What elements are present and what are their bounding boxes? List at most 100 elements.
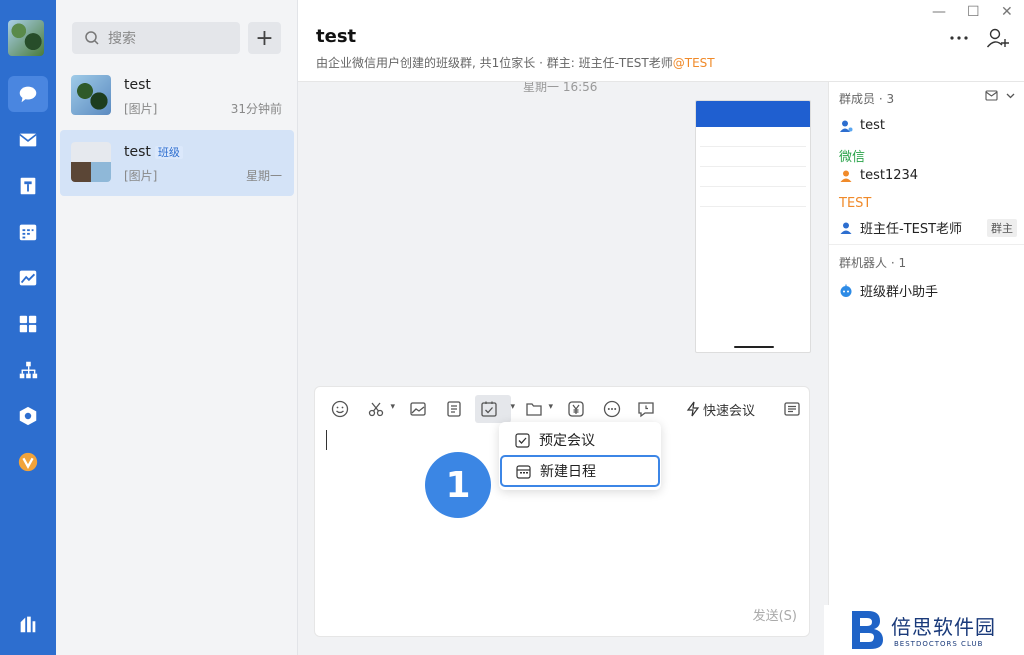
contacts-nav[interactable] bbox=[8, 352, 48, 388]
member-name: 班主任-TEST老师 bbox=[860, 222, 963, 237]
conversation-name: test bbox=[124, 77, 151, 93]
owner-badge: 群主 bbox=[987, 219, 1017, 237]
screenshot-button[interactable] bbox=[361, 395, 395, 423]
conversation-name-text: test bbox=[124, 144, 151, 160]
maximize-button[interactable]: ☐ bbox=[967, 4, 980, 20]
image-icon bbox=[410, 402, 426, 416]
document-icon bbox=[447, 401, 461, 417]
document-button[interactable] bbox=[439, 395, 469, 423]
hexagon-icon bbox=[19, 406, 37, 426]
search-placeholder: 搜索 bbox=[108, 31, 136, 47]
calendar-nav[interactable] bbox=[8, 214, 48, 250]
member-item[interactable]: test1234 bbox=[839, 168, 918, 183]
menu-item-label: 预定会议 bbox=[539, 433, 595, 449]
message-icon[interactable] bbox=[985, 90, 998, 101]
user-avatar[interactable] bbox=[8, 20, 44, 56]
member-panel: 群成员 · 3 test 微信 test1234 TEST 班主任-TEST老师… bbox=[828, 82, 1024, 655]
docs-icon bbox=[20, 177, 36, 195]
compose-toolbar bbox=[325, 395, 661, 423]
menu-item-book-meeting[interactable]: 预定会议 bbox=[499, 424, 661, 456]
step-badge: 1 bbox=[425, 452, 491, 518]
brand-logo-icon bbox=[852, 611, 883, 649]
add-member-icon[interactable] bbox=[986, 27, 1010, 49]
member-name: test bbox=[860, 118, 885, 133]
conversation-preview: [图片] bbox=[124, 169, 158, 183]
chat-clock-icon bbox=[638, 402, 654, 418]
image-button[interactable] bbox=[403, 395, 433, 423]
group-label-wechat: 微信 bbox=[839, 150, 866, 165]
member-name: test1234 bbox=[860, 168, 919, 183]
conversation-item[interactable]: test [图片] 31分钟前 bbox=[60, 63, 294, 129]
mail-icon bbox=[19, 133, 37, 147]
image-home-indicator bbox=[734, 346, 774, 348]
watermark-title: 倍思软件园 bbox=[891, 615, 996, 639]
panel-divider bbox=[829, 244, 1024, 245]
docs-nav[interactable] bbox=[8, 168, 48, 204]
history-button[interactable] bbox=[777, 395, 807, 423]
vip-nav[interactable] bbox=[8, 444, 48, 480]
chat-header: test 由企业微信用户创建的班级群, 共1位家长 · 群主: 班主任-TEST… bbox=[298, 0, 1024, 82]
plugin-nav[interactable] bbox=[8, 398, 48, 434]
text-cursor bbox=[326, 430, 327, 450]
add-button[interactable]: + bbox=[248, 22, 281, 54]
bookmark-icon bbox=[20, 616, 36, 633]
chat-area: 星期一 16:56 ▾ ▾ ▾ 快速会议 发送(S) bbox=[298, 0, 828, 655]
robot-name: 班级群小助手 bbox=[860, 285, 939, 300]
workspace-nav[interactable] bbox=[8, 260, 48, 296]
conversation-time: 星期一 bbox=[245, 169, 282, 183]
schedule-dropdown: 预定会议 新建日程 bbox=[499, 422, 661, 490]
yuan-icon bbox=[568, 401, 584, 417]
schedule-button[interactable] bbox=[475, 395, 515, 423]
more-nav[interactable] bbox=[8, 606, 48, 642]
v-badge-icon bbox=[18, 452, 38, 472]
chat-subtitle: 由企业微信用户创建的班级群, 共1位家长 · 群主: 班主任-TEST老师@TE… bbox=[316, 54, 715, 71]
member-icon bbox=[840, 222, 852, 234]
group-avatar bbox=[71, 142, 111, 182]
watermark: 倍思软件园 BESTDOCTORS CLUB bbox=[824, 605, 1024, 655]
quick-meeting-button[interactable]: 快速会议 bbox=[685, 395, 755, 423]
emoji-icon bbox=[331, 400, 349, 418]
quick-meeting-label: 快速会议 bbox=[703, 403, 756, 419]
calendar-check-icon bbox=[481, 401, 497, 417]
folder-button[interactable] bbox=[519, 395, 553, 423]
member-item[interactable]: test bbox=[839, 118, 885, 133]
menu-item-label: 新建日程 bbox=[540, 464, 596, 480]
search-icon bbox=[85, 31, 99, 45]
search-input[interactable]: 搜索 bbox=[72, 22, 240, 54]
mail-nav[interactable] bbox=[8, 122, 48, 158]
payment-button[interactable] bbox=[561, 395, 591, 423]
calendar-icon bbox=[516, 464, 531, 479]
scissors-icon bbox=[368, 402, 384, 417]
more-button[interactable] bbox=[597, 395, 627, 423]
emoji-button[interactable] bbox=[325, 395, 355, 423]
chevron-down-icon[interactable] bbox=[1005, 90, 1016, 101]
robot-item[interactable]: 班级群小助手 bbox=[839, 281, 938, 300]
image-header-bar bbox=[696, 101, 810, 127]
conversation-item-selected[interactable]: test 班级 [图片] 星期一 bbox=[60, 130, 294, 196]
apps-nav[interactable] bbox=[8, 306, 48, 342]
menu-item-new-schedule[interactable]: 新建日程 bbox=[500, 455, 660, 487]
grid-icon bbox=[19, 315, 37, 333]
more-options-icon[interactable] bbox=[948, 30, 970, 46]
nav-rail bbox=[0, 0, 56, 655]
image-row bbox=[700, 151, 806, 167]
org-tag: @TEST bbox=[672, 56, 715, 70]
calendar-icon bbox=[19, 224, 37, 241]
send-button[interactable]: 发送(S) bbox=[753, 605, 797, 624]
group-label-org: TEST bbox=[839, 196, 872, 211]
conversation-avatar bbox=[71, 75, 111, 115]
class-tag: 班级 bbox=[154, 146, 183, 159]
robot-icon bbox=[840, 284, 852, 297]
member-icon bbox=[840, 120, 853, 132]
conversation-list: 搜索 + test [图片] 31分钟前 test 班级 [图片] 星期一 bbox=[56, 0, 298, 655]
lightning-icon bbox=[686, 401, 700, 417]
image-message[interactable] bbox=[695, 100, 811, 353]
reminder-button[interactable] bbox=[631, 395, 661, 423]
member-item[interactable]: 班主任-TEST老师 bbox=[839, 218, 962, 237]
more-icon bbox=[603, 400, 621, 418]
member-icon bbox=[840, 170, 852, 182]
chat-bubble-icon bbox=[19, 86, 37, 103]
minimize-button[interactable]: — bbox=[932, 4, 946, 20]
messages-nav[interactable] bbox=[8, 76, 48, 112]
close-button[interactable]: ✕ bbox=[1001, 4, 1013, 20]
